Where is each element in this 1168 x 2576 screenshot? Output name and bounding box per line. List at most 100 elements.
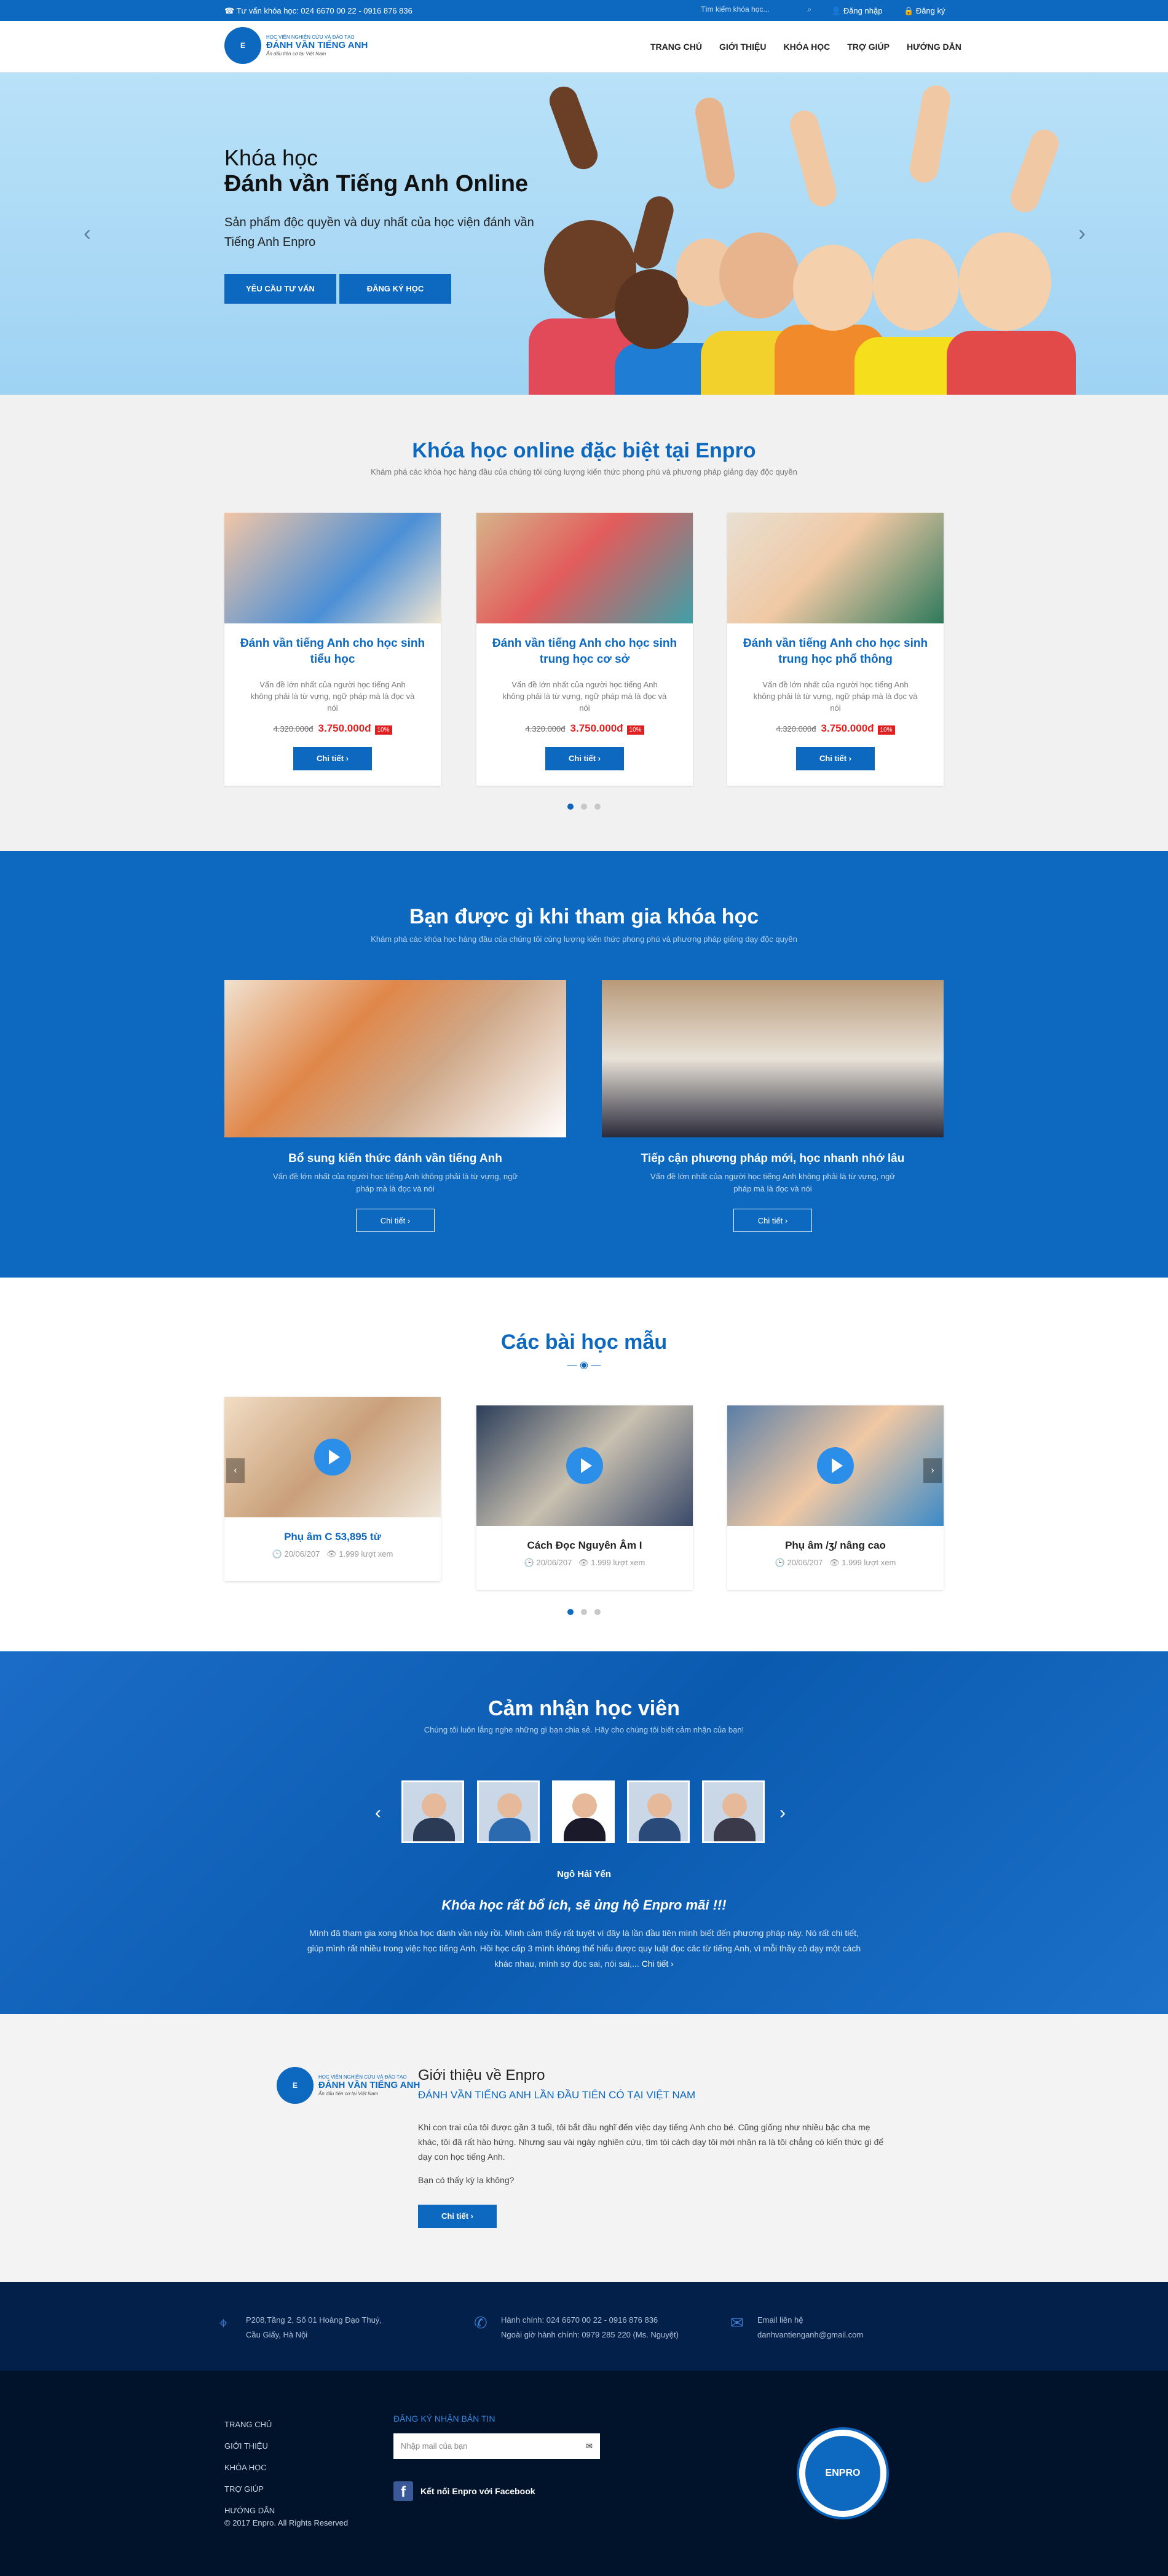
course-price: 4.320.000đ 3.750.000đ 10% [476,722,693,735]
hotline-text: ☎ Tư vấn khóa học: 024 6670 00 22 - 0916… [224,6,412,15]
nav-item-courses[interactable]: KHÓA HỌC [784,42,831,52]
course-card[interactable]: Đánh vần tiếng Anh cho học sinh trung họ… [727,513,944,786]
envelope-icon[interactable]: ✉ [586,2433,593,2459]
lesson-meta: 🕒 20/06/207 👁 1.999 lượt xem [272,1549,393,1559]
benefit-desc: Vấn đề lớn nhất của người học tiếng Anh … [272,1172,518,1193]
enpro-seal-logo: ENPRO [797,2427,889,2519]
lessons-prev-icon[interactable]: ‹ [226,1458,245,1483]
hero-description: Sản phẩm độc quyền và duy nhất của học v… [224,216,534,249]
benefit-detail-button[interactable]: Chi tiết › [356,1209,435,1232]
footer: TRANG CHỦ GIỚI THIỆU KHÓA HỌC TRỢ GIÚP H… [0,2371,1168,2576]
nav-item-guide[interactable]: HƯỚNG DẪN [907,42,961,52]
footer-link-about[interactable]: GIỚI THIỆU [224,2435,275,2457]
testimonial-next-icon[interactable]: › [779,1803,786,1823]
course-card[interactable]: Đánh vần tiếng Anh cho học sinh trung họ… [476,513,693,786]
testimonial-body: Mình đã tham gia xong khóa học đánh vần … [307,1928,861,1969]
facebook-connect[interactable]: f Kết nối Enpro với Facebook [393,2481,535,2501]
about-logo: E HỌC VIỆN NGHIÊN CỨU VÀ ĐÀO TẠO ĐÁNH VẦ… [277,2067,420,2104]
pagination-dot[interactable] [594,1609,601,1615]
testimonials-subtitle: Chúng tôi luôn lắng nghe những gì bạn ch… [424,1725,744,1734]
footer-link-help[interactable]: TRỢ GIÚP [224,2478,275,2500]
lesson-title[interactable]: Cách Đọc Nguyên Âm I [476,1539,693,1552]
avatar[interactable] [627,1780,690,1843]
nav-item-home[interactable]: TRANG CHỦ [650,42,702,52]
site-logo[interactable]: E HỌC VIỆN NGHIÊN CỨU VÀ ĐÀO TẠO ĐÁNH VẦ… [224,27,368,64]
search-icon[interactable]: ⌕ [807,5,811,14]
footer-nav: TRANG CHỦ GIỚI THIỆU KHÓA HỌC TRỢ GIÚP H… [224,2414,275,2521]
benefits-subtitle: Khám phá các khóa học hàng đầu của chúng… [371,934,797,944]
top-bar: ☎ Tư vấn khóa học: 024 6670 00 22 - 0916… [0,0,1168,21]
lesson-title[interactable]: Phụ âm /ʒ/ nâng cao [727,1539,944,1552]
footer-link-home[interactable]: TRANG CHỦ [224,2414,275,2435]
play-icon[interactable] [566,1447,603,1484]
courses-pagination [0,802,1168,813]
testimonial-more-link[interactable]: Chi tiết › [642,1959,674,1969]
lesson-title[interactable]: Phụ âm C 53,895 từ [224,1531,441,1543]
lesson-card[interactable]: Cách Đọc Nguyên Âm I 🕒 20/06/207 👁 1.999… [476,1405,693,1590]
search-input[interactable]: Tìm kiếm khóa học... ⌕ [701,5,811,16]
lock-icon: 🔒 [904,6,916,15]
benefit-item: Tiếp cận phương pháp mới, học nhanh nhớ … [602,980,944,1232]
avatar[interactable] [401,1780,464,1843]
sample-lessons-section: Các bài học mẫu — ◉ — Phụ âm C 53,895 từ… [0,1278,1168,1651]
divider-ornament-icon: — ◉ — [567,1360,601,1370]
login-link[interactable]: 👤 Đăng nhập [831,6,882,16]
course-title[interactable]: Đánh vần tiếng Anh cho học sinh trung họ… [476,636,693,668]
slider-next-icon[interactable]: › [1078,220,1086,246]
newsletter-email-field[interactable]: Nhập mail của bạn ✉ [393,2433,600,2459]
lesson-thumbnail [476,1405,693,1526]
play-icon[interactable] [314,1439,351,1476]
avatar[interactable] [477,1780,540,1843]
benefit-title: Tiếp cận phương pháp mới, học nhanh nhớ … [641,1152,905,1165]
about-detail-button[interactable]: Chi tiết › [418,2205,497,2228]
nav-item-about[interactable]: GIỚI THIỆU [719,42,767,52]
footer-link-courses[interactable]: KHÓA HỌC [224,2457,275,2478]
testimonial-prev-icon[interactable]: ‹ [375,1803,381,1823]
course-price: 4.320.000đ 3.750.000đ 10% [727,722,944,735]
courses-title: Khóa học online đặc biệt tại Enpro [412,439,756,462]
hero-banner: Khóa học Đánh vần Tiếng Anh Online Sản p… [0,73,1168,395]
about-paragraph: Khi con trai của tôi được gần 3 tuổi, tô… [418,2122,884,2162]
benefit-image [224,980,566,1137]
course-detail-button[interactable]: Chi tiết › [796,747,875,770]
logo-line1: HỌC VIỆN NGHIÊN CỨU VÀ ĐÀO TẠO [266,34,355,41]
lesson-card[interactable]: Phụ âm /ʒ/ nâng cao 🕒 20/06/207 👁 1.999 … [727,1405,944,1590]
course-image [476,513,693,623]
avatar[interactable] [702,1780,765,1843]
benefit-desc: Vấn đề lớn nhất của người học tiếng Anh … [650,1172,896,1193]
pagination-dot[interactable] [567,1609,574,1615]
courses-subtitle: Khám phá các khóa học hàng đầu của chúng… [371,467,797,476]
course-desc: Vấn đề lớn nhất của người học tiếng Anh … [502,680,667,713]
course-desc: Vấn đề lớn nhất của người học tiếng Anh … [250,680,415,713]
course-card[interactable]: Đánh vần tiếng Anh cho học sinh tiểu học… [224,513,441,786]
lesson-card[interactable]: Phụ âm C 53,895 từ 🕒 20/06/207 👁 1.999 l… [224,1397,441,1581]
avatar[interactable] [552,1780,615,1843]
nav-item-help[interactable]: TRỢ GIÚP [847,42,890,52]
eye-icon: 👁 [829,1558,842,1567]
pagination-dot[interactable] [594,804,601,810]
course-detail-button[interactable]: Chi tiết › [293,747,372,770]
clock-icon: 🕒 [775,1558,787,1567]
lessons-pagination [0,1607,1168,1618]
benefits-section: Bạn được gì khi tham gia khóa học Khám p… [0,851,1168,1278]
course-title[interactable]: Đánh vần tiếng Anh cho học sinh tiểu học [224,636,441,668]
main-nav: TRANG CHỦ GIỚI THIỆU KHÓA HỌC TRỢ GIÚP H… [633,42,961,52]
register-link[interactable]: 🔒 Đăng ký [904,6,945,16]
consult-button[interactable]: YÊU CẦU TƯ VẤN [224,274,336,304]
play-icon[interactable] [817,1447,854,1484]
clock-icon: 🕒 [272,1549,285,1559]
benefit-image [602,980,944,1137]
mail-icon: ✉ [730,2313,744,2332]
register-course-button[interactable]: ĐĂNG KÝ HỌC [339,274,451,304]
course-title[interactable]: Đánh vần tiếng Anh cho học sinh trung họ… [727,636,944,668]
pagination-dot[interactable] [567,804,574,810]
slider-prev-icon[interactable]: ‹ [84,220,91,246]
pagination-dot[interactable] [581,804,587,810]
lessons-next-icon[interactable]: › [923,1458,942,1483]
benefit-title: Bổ sung kiến thức đánh vần tiếng Anh [288,1152,502,1165]
logo-line3: Ấn dấu tiên cơ tại Việt Nam [266,50,326,57]
benefit-detail-button[interactable]: Chi tiết › [733,1209,812,1232]
course-detail-button[interactable]: Chi tiết › [545,747,624,770]
pagination-dot[interactable] [581,1609,587,1615]
contact-bar: ⌖ P208,Tầng 2, Số 01 Hoàng Đạo Thuý, Cầu G… [0,2282,1168,2371]
